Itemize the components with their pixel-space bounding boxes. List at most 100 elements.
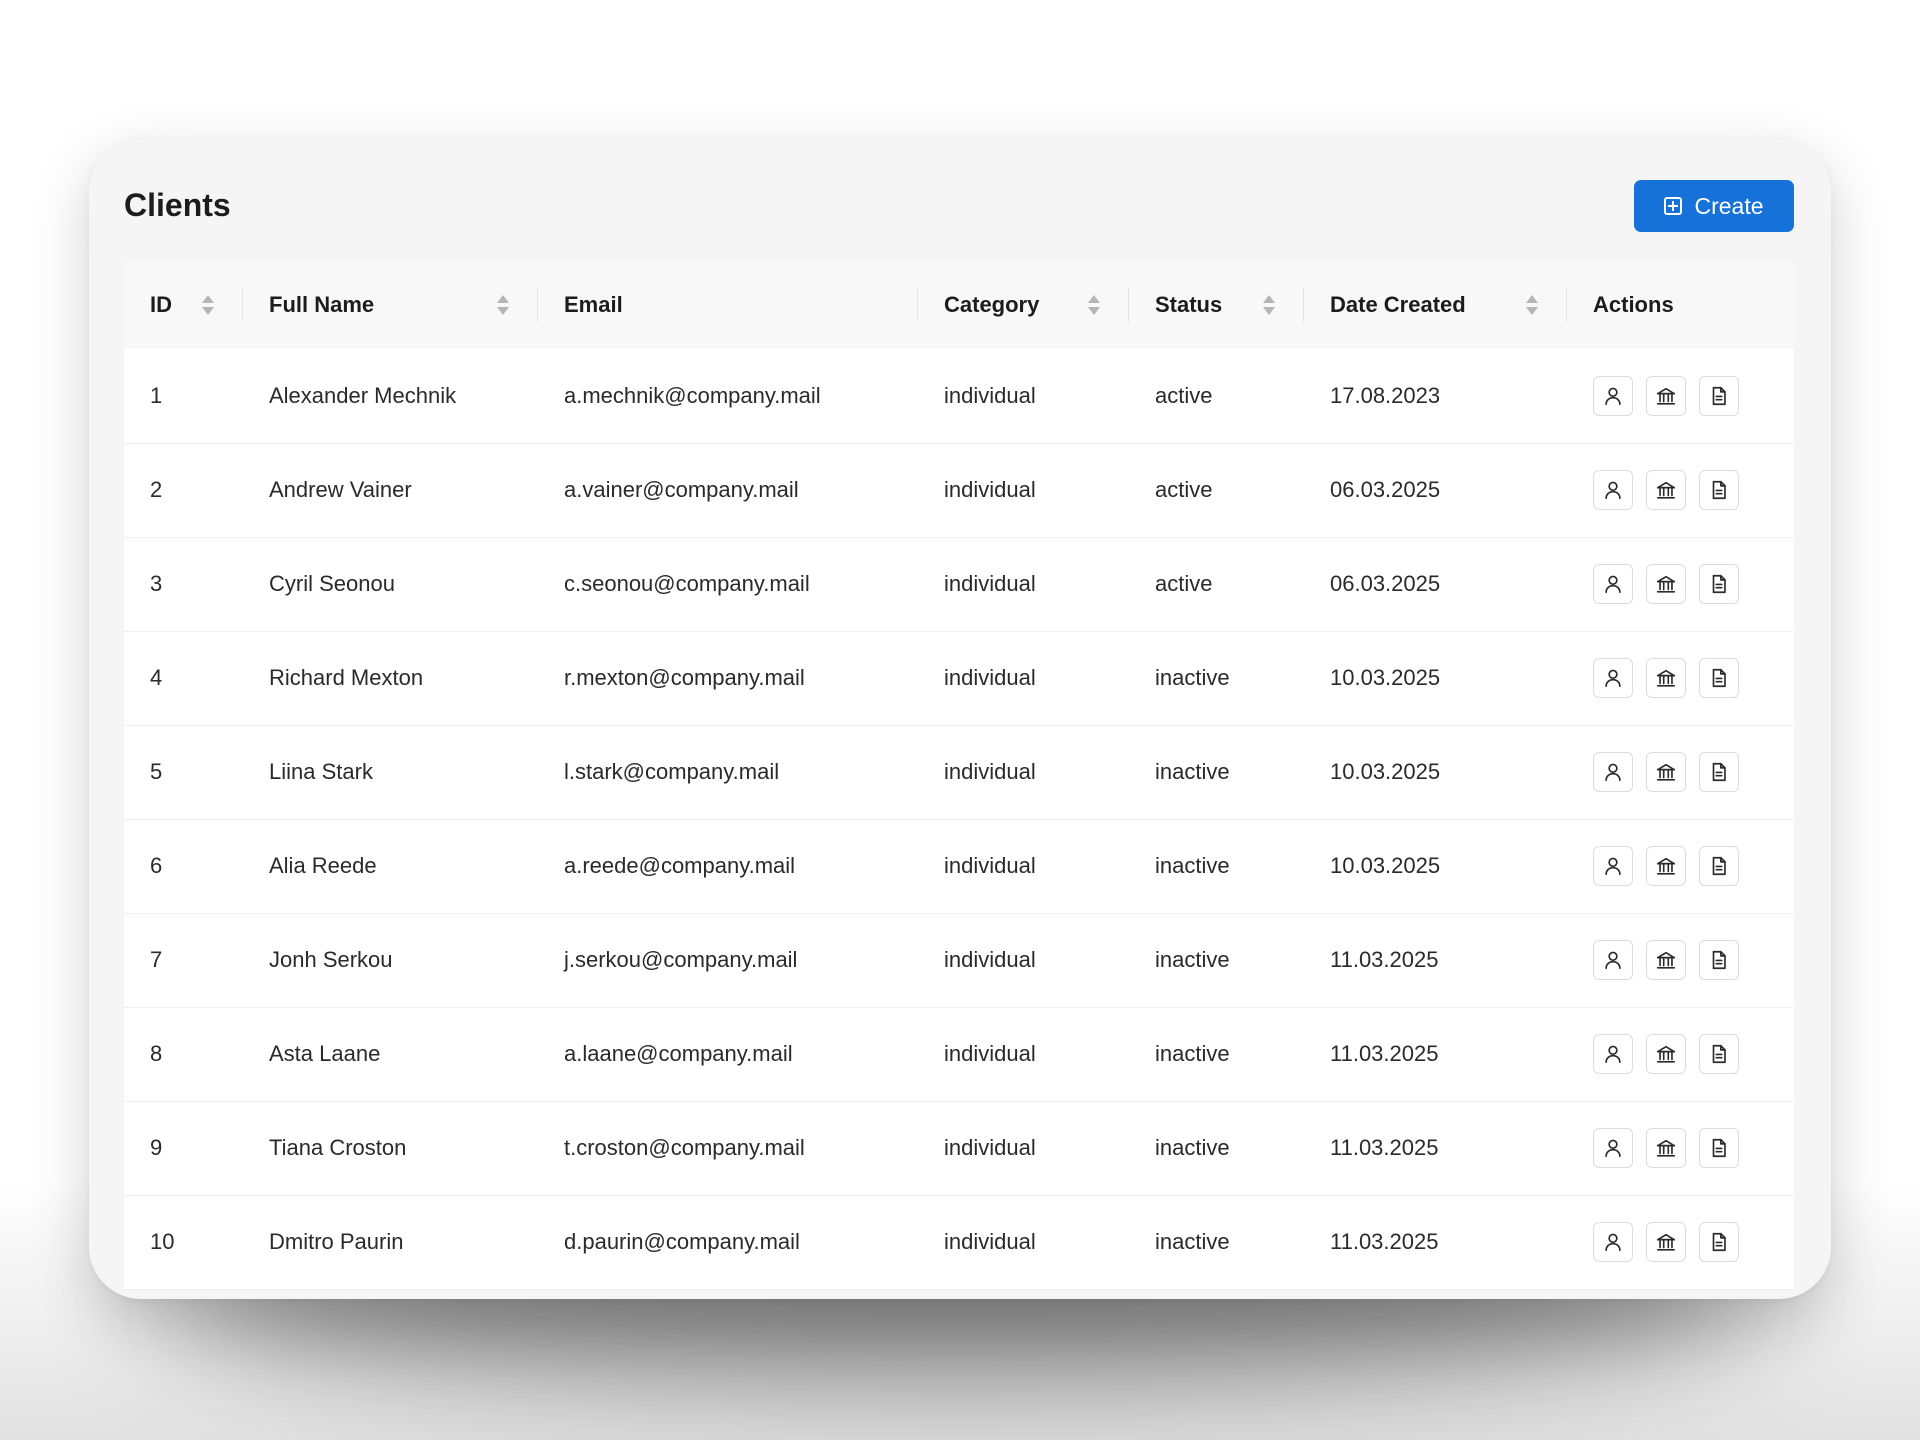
table-row[interactable]: 4 Richard Mexton r.mexton@company.mail indi… — [124, 631, 1794, 726]
column-header-label: Date Created — [1330, 292, 1466, 317]
row-actions — [1593, 1128, 1794, 1168]
table-row[interactable]: 9 Tiana Croston t.croston@company.mail indi… — [124, 1101, 1794, 1196]
create-button[interactable]: Create — [1634, 180, 1794, 232]
table-row[interactable]: 5 Liina Stark l.stark@company.mail individu… — [124, 725, 1794, 820]
cell-full-name: Liina Stark — [243, 725, 538, 820]
bank-action-button[interactable] — [1646, 1222, 1686, 1262]
cell-category: individual — [918, 1101, 1129, 1196]
cell-full-name: Cyril Seonou — [243, 537, 538, 632]
cell-full-name: Jonh Serkou — [243, 913, 538, 1008]
bank-icon — [1655, 761, 1677, 783]
cell-actions — [1567, 913, 1794, 1008]
cell-email: d.paurin@company.mail — [538, 1195, 918, 1290]
column-header-label: Actions — [1593, 292, 1674, 317]
cell-email: t.croston@company.mail — [538, 1101, 918, 1196]
document-action-button[interactable] — [1699, 1034, 1739, 1074]
table-row[interactable]: 2 Andrew Vainer a.vainer@company.mail indiv… — [124, 443, 1794, 538]
user-icon — [1602, 1043, 1624, 1065]
user-action-button[interactable] — [1593, 375, 1633, 416]
column-header-label: ID — [150, 292, 172, 317]
cell-id: 2 — [124, 443, 243, 538]
cell-id: 7 — [124, 913, 243, 1008]
table-row[interactable]: 8 Asta Laane a.laane@company.mail individua… — [124, 1007, 1794, 1102]
cell-category: individual — [918, 1007, 1129, 1102]
bank-icon — [1655, 573, 1677, 595]
bank-action-button[interactable] — [1646, 1034, 1686, 1074]
bank-action-button[interactable] — [1646, 752, 1686, 792]
user-icon — [1602, 1231, 1624, 1253]
bank-icon — [1655, 1137, 1677, 1159]
document-action-button[interactable] — [1699, 375, 1739, 416]
column-header-category[interactable]: Category — [918, 261, 1129, 349]
document-icon — [1708, 1043, 1730, 1065]
column-header-status[interactable]: Status — [1129, 261, 1304, 349]
cell-status: inactive — [1129, 819, 1304, 914]
cell-actions — [1567, 819, 1794, 914]
table-row[interactable]: 7 Jonh Serkou j.serkou@company.mail individ… — [124, 913, 1794, 1008]
sort-icon[interactable] — [201, 293, 215, 317]
cell-full-name: Richard Mexton — [243, 631, 538, 726]
cell-category: individual — [918, 913, 1129, 1008]
bank-icon — [1655, 1231, 1677, 1253]
column-header-id[interactable]: ID — [124, 261, 243, 349]
table-row[interactable]: 3 Cyril Seonou c.seonou@company.mail indivi… — [124, 537, 1794, 632]
cell-actions — [1567, 349, 1794, 444]
document-action-button[interactable] — [1699, 658, 1739, 698]
cell-id: 5 — [124, 725, 243, 820]
document-action-button[interactable] — [1699, 752, 1739, 792]
row-actions — [1593, 940, 1794, 980]
bank-icon — [1655, 855, 1677, 877]
cell-category: individual — [918, 349, 1129, 444]
cell-actions — [1567, 631, 1794, 726]
table-row[interactable]: 1 Alexander Mechnik a.mechnik@company.mail… — [124, 349, 1794, 444]
column-header-date-created[interactable]: Date Created — [1304, 261, 1567, 349]
sort-icon[interactable] — [1525, 293, 1539, 317]
user-action-button[interactable] — [1593, 470, 1633, 510]
sort-icon[interactable] — [496, 293, 510, 317]
cell-status: active — [1129, 537, 1304, 632]
document-action-button[interactable] — [1699, 564, 1739, 604]
bank-action-button[interactable] — [1646, 846, 1686, 886]
user-action-button[interactable] — [1593, 846, 1633, 886]
user-icon — [1602, 573, 1624, 595]
document-action-button[interactable] — [1699, 470, 1739, 510]
sort-icon[interactable] — [1087, 293, 1101, 317]
bank-action-button[interactable] — [1646, 658, 1686, 698]
bank-action-button[interactable] — [1646, 470, 1686, 510]
document-action-button[interactable] — [1699, 940, 1739, 980]
row-actions — [1593, 564, 1794, 604]
cell-status: inactive — [1129, 1195, 1304, 1290]
user-action-button[interactable] — [1593, 752, 1633, 792]
document-icon — [1708, 385, 1730, 407]
cell-date-created: 10.03.2025 — [1304, 631, 1567, 726]
document-action-button[interactable] — [1699, 1222, 1739, 1262]
user-action-button[interactable] — [1593, 564, 1633, 604]
document-action-button[interactable] — [1699, 1128, 1739, 1168]
bank-action-button[interactable] — [1646, 1128, 1686, 1168]
cell-category: individual — [918, 725, 1129, 820]
bank-action-button[interactable] — [1646, 375, 1686, 416]
cell-status: active — [1129, 349, 1304, 444]
document-icon — [1708, 1137, 1730, 1159]
column-header-label: Full Name — [269, 292, 375, 317]
user-action-button[interactable] — [1593, 1034, 1633, 1074]
user-action-button[interactable] — [1593, 1128, 1633, 1168]
user-action-button[interactable] — [1593, 1222, 1633, 1262]
cell-category: individual — [918, 1195, 1129, 1290]
sort-icon[interactable] — [1262, 293, 1276, 317]
cell-status: inactive — [1129, 913, 1304, 1008]
bank-action-button[interactable] — [1646, 564, 1686, 604]
document-icon — [1708, 667, 1730, 689]
cell-actions — [1567, 1007, 1794, 1102]
column-header-full-name[interactable]: Full Name — [243, 261, 538, 349]
table-row[interactable]: 6 Alia Reede a.reede@company.mail individua… — [124, 819, 1794, 914]
row-actions — [1593, 470, 1794, 510]
document-action-button[interactable] — [1699, 846, 1739, 886]
column-header-email: Email — [538, 261, 918, 349]
cell-actions — [1567, 443, 1794, 538]
cell-status: active — [1129, 443, 1304, 538]
user-action-button[interactable] — [1593, 658, 1633, 698]
table-row[interactable]: 10 Dmitro Paurin d.paurin@company.mail indi… — [124, 1195, 1794, 1290]
user-action-button[interactable] — [1593, 940, 1633, 980]
bank-action-button[interactable] — [1646, 940, 1686, 980]
